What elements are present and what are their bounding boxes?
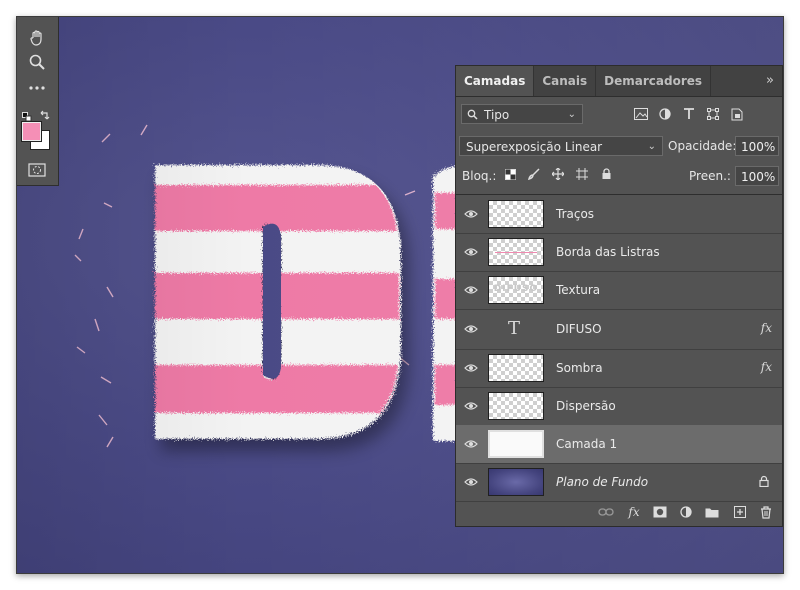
search-icon [467, 105, 478, 126]
chevron-down-icon: ⌄ [567, 109, 576, 120]
lock-artboard-icon[interactable] [575, 167, 589, 181]
blend-mode-select[interactable]: Superexposição Linear ⌄ [459, 136, 663, 156]
stripe-preview [495, 252, 537, 253]
swap-colors-icon[interactable] [39, 106, 51, 120]
layer-name: Textura [556, 283, 601, 297]
layers-panel: Camadas Canais Demarcadores » Tipo ⌄ Sup… [455, 65, 783, 527]
opacity-label: Opacidade: [668, 139, 737, 153]
layer-thumbnail [488, 468, 544, 496]
new-group-icon[interactable] [704, 505, 720, 519]
layers-list: Traços Borda das Listras DIFUSO Textura … [456, 194, 782, 502]
adjustment-filter-icon[interactable] [657, 106, 673, 122]
smart-object-filter-icon[interactable] [729, 106, 745, 122]
lock-position-icon[interactable] [551, 167, 565, 181]
foreground-color-swatch[interactable] [21, 121, 42, 142]
layer-row-camada-1[interactable]: Camada 1 [456, 425, 782, 464]
eye-icon[interactable] [464, 283, 478, 297]
lock-options [503, 167, 613, 181]
tab-demarcadores[interactable]: Demarcadores [596, 66, 712, 96]
link-layers-icon[interactable] [598, 505, 614, 519]
eye-icon[interactable] [464, 399, 478, 413]
layer-thumbnail [488, 238, 544, 266]
filter-icons [633, 106, 745, 122]
letter-i-fur [433, 166, 457, 441]
quick-mask-icon[interactable] [25, 159, 49, 181]
fill-field[interactable]: 100% [735, 166, 779, 186]
layer-row-textura[interactable]: DIFUSO Textura [456, 271, 782, 310]
panel-tabs: Camadas Canais Demarcadores » [456, 66, 782, 97]
layer-name: Traços [556, 207, 595, 221]
type-filter-icon[interactable] [681, 106, 697, 122]
layer-name: Dispersão [556, 399, 616, 413]
add-style-icon[interactable]: fx [626, 505, 642, 519]
lock-all-icon[interactable] [599, 167, 613, 181]
more-tools-icon[interactable] [25, 77, 49, 99]
new-layer-icon[interactable] [732, 505, 748, 519]
opacity-field[interactable]: 100% [735, 136, 779, 156]
layer-thumbnail [488, 430, 544, 458]
layer-name: Borda das Listras [556, 245, 660, 259]
lock-pixels-icon[interactable] [527, 167, 541, 181]
layer-row-sombra[interactable]: Sombra fx [456, 349, 782, 388]
fx-icon[interactable]: fx [761, 360, 772, 374]
blend-mode-value: Superexposição Linear [466, 140, 603, 154]
hand-tool-icon[interactable] [25, 27, 49, 49]
add-mask-icon[interactable] [652, 505, 668, 519]
photoshop-window: Camadas Canais Demarcadores » Tipo ⌄ Sup… [16, 16, 784, 574]
layer-thumbnail: DIFUSO [488, 276, 544, 304]
tools-panel [17, 17, 59, 186]
default-colors-icon[interactable] [22, 107, 32, 122]
layer-name: Plano de Fundo [556, 475, 649, 489]
layer-row-dispersao[interactable]: Dispersão [456, 387, 782, 426]
fill-label: Preen.: [689, 169, 731, 183]
zoom-tool-icon[interactable] [25, 51, 49, 73]
layer-row-tracos[interactable]: Traços [456, 195, 782, 234]
delete-layer-icon[interactable] [758, 505, 774, 519]
lock-icon [759, 475, 769, 487]
panel-menu-icon[interactable]: » [766, 66, 774, 96]
tab-canais[interactable]: Canais [534, 66, 597, 96]
new-adjustment-icon[interactable] [678, 505, 694, 519]
lock-transparency-icon[interactable] [503, 167, 517, 181]
lock-label: Bloq.: [462, 169, 497, 183]
eye-icon[interactable] [464, 437, 478, 451]
type-layer-icon: T [508, 318, 521, 339]
letter-d-fur [155, 165, 409, 451]
layer-row-plano-de-fundo[interactable]: Plano de Fundo [456, 463, 782, 502]
thumbnail-text: DIFUSO [493, 284, 539, 294]
eye-icon[interactable] [464, 207, 478, 221]
fx-icon[interactable]: fx [761, 321, 772, 335]
layer-name: Sombra [556, 361, 603, 375]
layer-name: Camada 1 [556, 437, 618, 451]
tab-camadas[interactable]: Camadas [456, 66, 535, 96]
filter-kind-select[interactable]: Tipo ⌄ [461, 104, 583, 124]
filter-kind-value: Tipo [484, 108, 510, 122]
chevron-down-icon: ⌄ [647, 141, 656, 152]
eye-icon[interactable] [464, 361, 478, 375]
layer-thumbnail [488, 354, 544, 382]
panel-footer: fx [456, 498, 782, 526]
eye-icon[interactable] [464, 475, 478, 489]
layer-row-borda-das-listras[interactable]: Borda das Listras [456, 233, 782, 272]
layer-name: DIFUSO [556, 322, 602, 336]
layer-row-difuso[interactable]: T DIFUSO fx [456, 309, 782, 350]
shape-filter-icon[interactable] [705, 106, 721, 122]
layer-thumbnail [488, 392, 544, 420]
eye-icon[interactable] [464, 322, 478, 336]
pixel-filter-icon[interactable] [633, 106, 649, 122]
layer-filter-row: Tipo ⌄ [461, 104, 777, 128]
eye-icon[interactable] [464, 245, 478, 259]
layer-thumbnail [488, 200, 544, 228]
